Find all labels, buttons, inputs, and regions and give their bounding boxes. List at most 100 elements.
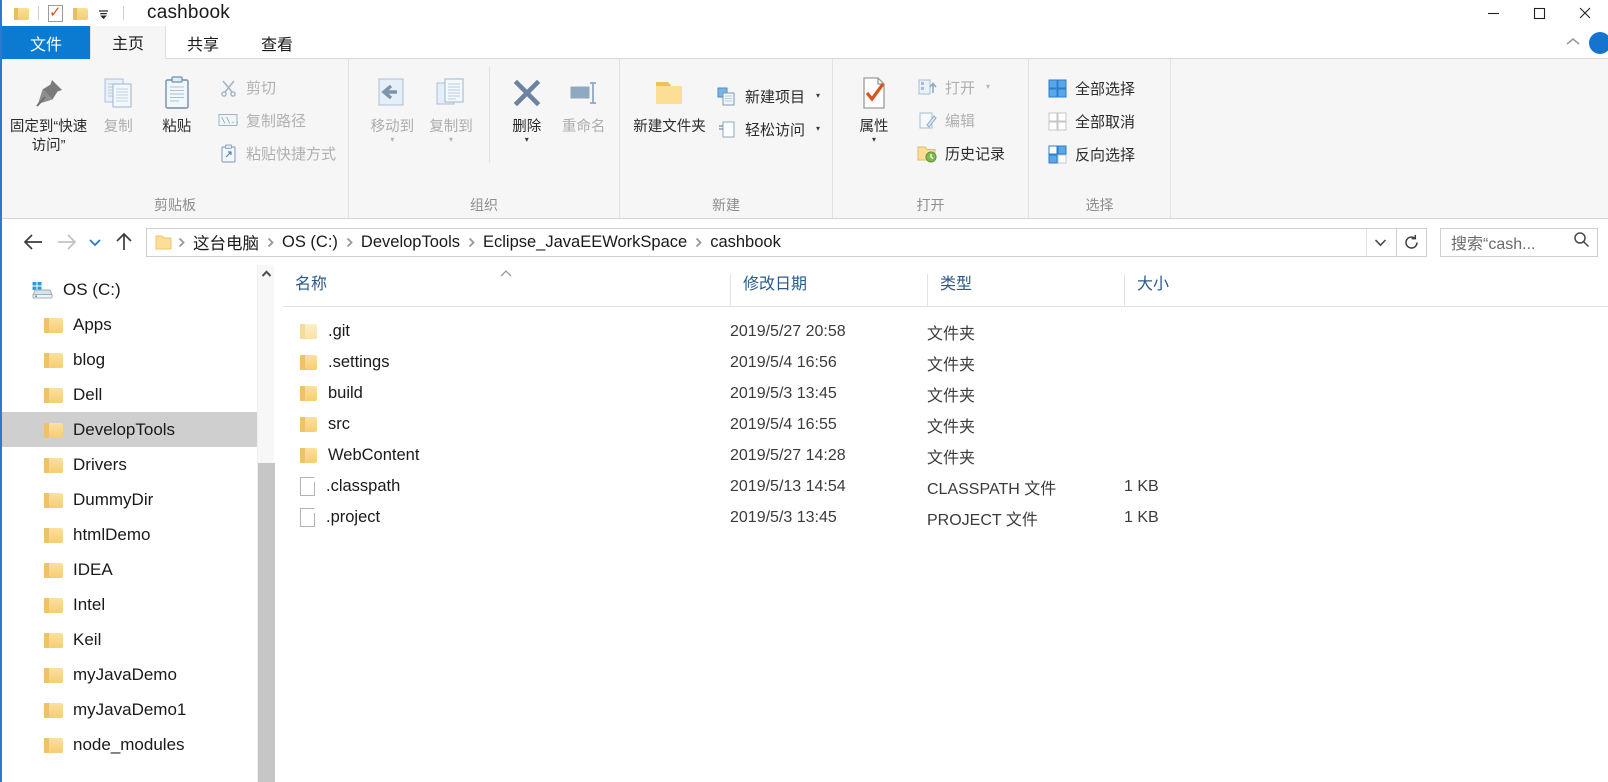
address-path-box[interactable]: 这台电脑 OS (C:) DevelopTools Eclipse_JavaEE… bbox=[146, 227, 1397, 257]
nav-item-intel[interactable]: Intel bbox=[2, 587, 257, 622]
folder-icon bbox=[300, 417, 317, 432]
open-button[interactable]: 打开 ▾ bbox=[911, 72, 1011, 102]
edit-button[interactable]: 编辑 bbox=[911, 105, 1011, 135]
table-row[interactable]: src 2019/5/4 16:55 文件夹 bbox=[283, 409, 1608, 440]
breadcrumb-item-3[interactable]: Eclipse_JavaEEWorkSpace bbox=[477, 233, 693, 252]
tab-home[interactable]: 主页 bbox=[90, 26, 167, 59]
address-history-dropdown-icon[interactable] bbox=[1366, 228, 1394, 256]
easy-access-label: 轻松访问 bbox=[744, 121, 805, 139]
paste-button[interactable]: 粘贴 bbox=[148, 67, 206, 137]
table-row[interactable]: .git 2019/5/27 20:58 文件夹 bbox=[283, 316, 1608, 347]
new-folder-button[interactable]: 新建文件夹 bbox=[632, 67, 707, 137]
recent-locations-button[interactable] bbox=[82, 226, 108, 258]
chevron-down-icon[interactable]: ▾ bbox=[449, 136, 453, 144]
nav-item-dummydir[interactable]: DummyDir bbox=[2, 482, 257, 517]
minimize-button[interactable] bbox=[1470, 0, 1516, 26]
copy-label: 复制 bbox=[103, 119, 133, 135]
search-icon[interactable] bbox=[1573, 231, 1590, 253]
tab-share[interactable]: 共享 bbox=[166, 26, 240, 59]
nav-item-myjavademo1[interactable]: myJavaDemo1 bbox=[2, 692, 257, 727]
breadcrumb-item-0[interactable]: 这台电脑 bbox=[187, 230, 265, 254]
table-row[interactable]: build 2019/5/3 13:45 文件夹 bbox=[283, 378, 1608, 409]
table-row[interactable]: .classpath 2019/5/13 14:54 CLASSPATH 文件 … bbox=[283, 471, 1608, 502]
nav-item-os-c[interactable]: OS (C:) bbox=[2, 272, 257, 307]
nav-item-myjavademo[interactable]: myJavaDemo bbox=[2, 657, 257, 692]
qat-customize-dropdown-icon[interactable] bbox=[97, 9, 110, 19]
table-row[interactable]: .settings 2019/5/4 16:56 文件夹 bbox=[283, 347, 1608, 378]
copy-to-button[interactable]: 复制到 ▾ bbox=[422, 67, 481, 144]
folder-icon bbox=[44, 562, 63, 578]
scrollbar-thumb[interactable] bbox=[258, 463, 275, 782]
ribbon-group-new: 新建文件夹 新建项目 ▾ 轻松访问 ▾ 新建 bbox=[620, 59, 833, 218]
navigation-pane-scrollbar[interactable] bbox=[257, 265, 275, 782]
column-header-date[interactable]: 修改日期 bbox=[730, 274, 927, 306]
nav-item-keil[interactable]: Keil bbox=[2, 622, 257, 657]
chevron-down-icon[interactable]: ▾ bbox=[525, 136, 529, 144]
back-button[interactable] bbox=[18, 226, 50, 258]
breadcrumb-separator[interactable] bbox=[176, 237, 187, 248]
file-name: src bbox=[328, 415, 350, 433]
help-button[interactable] bbox=[1589, 31, 1608, 54]
nav-item-drivers[interactable]: Drivers bbox=[2, 447, 257, 482]
copy-button[interactable]: 复制 bbox=[89, 67, 147, 137]
ribbon-group-organize: 移动到 ▾ 复制到 ▾ 删除 ▾ 重命名 组织 bbox=[349, 59, 620, 218]
collapse-ribbon-icon[interactable] bbox=[1565, 35, 1581, 50]
new-item-button[interactable]: 新建项目 ▾ bbox=[711, 81, 826, 111]
breadcrumb-item-4[interactable]: cashbook bbox=[704, 233, 787, 252]
cut-button[interactable]: 剪切 bbox=[212, 72, 342, 102]
select-all-button[interactable]: 全部选择 bbox=[1041, 73, 1141, 103]
clipboard-small-commands: 剪切 \\.. 复制路径 粘贴快捷方式 bbox=[212, 67, 342, 168]
breadcrumb-separator[interactable] bbox=[344, 237, 355, 248]
chevron-down-icon[interactable]: ▾ bbox=[816, 92, 820, 100]
maximize-button[interactable] bbox=[1516, 0, 1562, 26]
breadcrumb-separator[interactable] bbox=[693, 237, 704, 248]
tab-file[interactable]: 文件 bbox=[2, 26, 90, 59]
history-button[interactable]: 历史记录 bbox=[911, 138, 1011, 168]
column-header-size[interactable]: 大小 bbox=[1124, 274, 1239, 306]
tab-view[interactable]: 查看 bbox=[240, 26, 314, 59]
nav-item-node-modules[interactable]: node_modules bbox=[2, 727, 257, 762]
column-header-type[interactable]: 类型 bbox=[927, 274, 1124, 306]
scroll-up-arrow-icon[interactable] bbox=[258, 265, 274, 282]
select-none-button[interactable]: 全部取消 bbox=[1041, 106, 1141, 136]
nav-item-apps[interactable]: Apps bbox=[2, 307, 257, 342]
nav-item-dell[interactable]: Dell bbox=[2, 377, 257, 412]
chevron-down-icon[interactable]: ▾ bbox=[390, 136, 394, 144]
breadcrumb-item-1[interactable]: OS (C:) bbox=[276, 233, 344, 252]
nav-item-htmldemo[interactable]: htmlDemo bbox=[2, 517, 257, 552]
up-button[interactable] bbox=[108, 226, 140, 258]
nav-item-blog[interactable]: blog bbox=[2, 342, 257, 377]
delete-button[interactable]: 删除 ▾ bbox=[499, 67, 554, 144]
paste-shortcut-button[interactable]: 粘贴快捷方式 bbox=[212, 138, 342, 168]
copy-path-button[interactable]: \\.. 复制路径 bbox=[212, 105, 342, 135]
nav-item-label: OS (C:) bbox=[63, 279, 121, 299]
search-box[interactable]: 搜索“cash... bbox=[1440, 227, 1598, 257]
chevron-down-icon[interactable]: ▾ bbox=[986, 83, 990, 91]
breadcrumb-separator[interactable] bbox=[265, 237, 276, 248]
table-row[interactable]: WebContent 2019/5/27 14:28 文件夹 bbox=[283, 440, 1608, 471]
chevron-down-icon[interactable]: ▾ bbox=[816, 125, 820, 133]
pane-splitter[interactable] bbox=[274, 265, 283, 782]
nav-item-developtools[interactable]: DevelopTools bbox=[2, 412, 257, 447]
folder-icon bbox=[44, 352, 63, 368]
chevron-down-icon[interactable]: ▾ bbox=[872, 136, 876, 144]
properties-button[interactable]: 属性 ▾ bbox=[843, 67, 905, 144]
search-input[interactable]: 搜索“cash... bbox=[1451, 230, 1535, 254]
easy-access-button[interactable]: 轻松访问 ▾ bbox=[711, 114, 826, 144]
qat-new-folder-icon[interactable] bbox=[73, 7, 88, 20]
close-button[interactable] bbox=[1562, 0, 1608, 26]
move-to-button[interactable]: 移动到 ▾ bbox=[363, 67, 422, 144]
nav-item-idea[interactable]: IDEA bbox=[2, 552, 257, 587]
rename-button[interactable]: 重命名 bbox=[554, 67, 613, 137]
pin-to-quick-access-button[interactable]: 固定到“快速访问” bbox=[8, 67, 89, 156]
qat-properties-icon[interactable] bbox=[48, 4, 63, 22]
refresh-button[interactable] bbox=[1397, 227, 1427, 257]
file-date: 2019/5/3 13:45 bbox=[730, 384, 837, 402]
breadcrumb-separator[interactable] bbox=[466, 237, 477, 248]
tab-file-label: 文件 bbox=[29, 36, 62, 54]
nav-item-label: Intel bbox=[73, 594, 106, 614]
invert-selection-button[interactable]: 反向选择 bbox=[1041, 139, 1141, 169]
table-row[interactable]: .project 2019/5/3 13:45 PROJECT 文件 1 KB bbox=[283, 502, 1608, 533]
breadcrumb-item-2[interactable]: DevelopTools bbox=[355, 233, 466, 252]
forward-button[interactable] bbox=[50, 226, 82, 258]
